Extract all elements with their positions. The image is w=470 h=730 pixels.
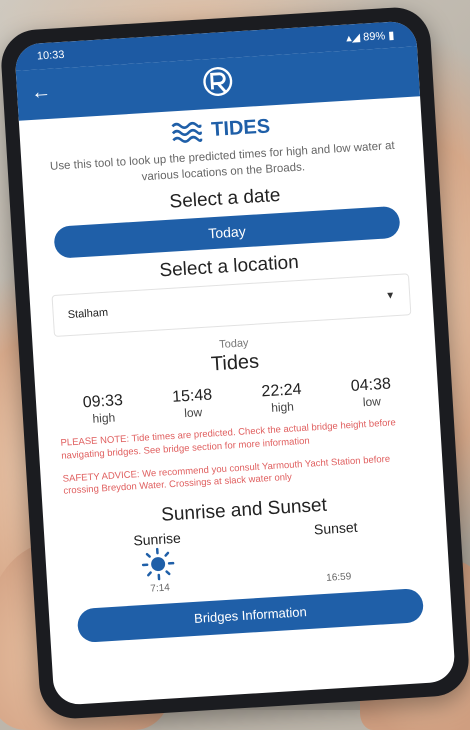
battery-level: 89% [363,30,386,43]
signal-icon: ▴◢ [346,31,361,44]
moon-icon [319,535,355,571]
dropdown-arrow-icon: ▼ [385,290,396,302]
sunrise-time: 7:14 [150,583,170,595]
phone-frame: 10:33 ▴◢ 89% ▮ ← TIDES [0,6,470,721]
tide-time: 04:38 [350,376,391,396]
bridges-information-button[interactable]: Bridges Information [77,588,424,643]
tide-time: 22:24 [261,381,302,401]
tide-entry: 15:48 low [172,387,214,421]
status-icons: ▴◢ 89% ▮ [346,28,395,44]
arrow-left-icon[interactable]: ← [30,81,51,105]
broads-logo-icon [198,61,238,101]
waves-icon [171,120,202,144]
tide-entry: 04:38 low [350,376,392,410]
sunset-time: 16:59 [326,572,352,585]
status-time: 10:33 [37,49,65,63]
battery-icon: ▮ [388,29,395,41]
main-content: TIDES Use this tool to look up the predi… [19,96,452,645]
sunrise-column: Sunrise 7:14 [133,530,184,596]
tide-entry: 09:33 high [82,392,124,426]
tide-level: high [92,410,115,425]
location-select-value: Stalham [67,307,108,321]
sun-icon [141,546,177,582]
tide-level: low [362,394,381,409]
tide-level: high [271,400,294,415]
tide-entry: 22:24 high [261,381,303,415]
page-title-text: TIDES [211,115,271,142]
sunset-column: Sunset 16:59 [314,519,361,585]
tide-time: 15:48 [172,387,213,407]
phone-screen: 10:33 ▴◢ 89% ▮ ← TIDES [14,20,456,705]
tide-level: low [184,405,203,420]
tide-time: 09:33 [82,392,123,412]
